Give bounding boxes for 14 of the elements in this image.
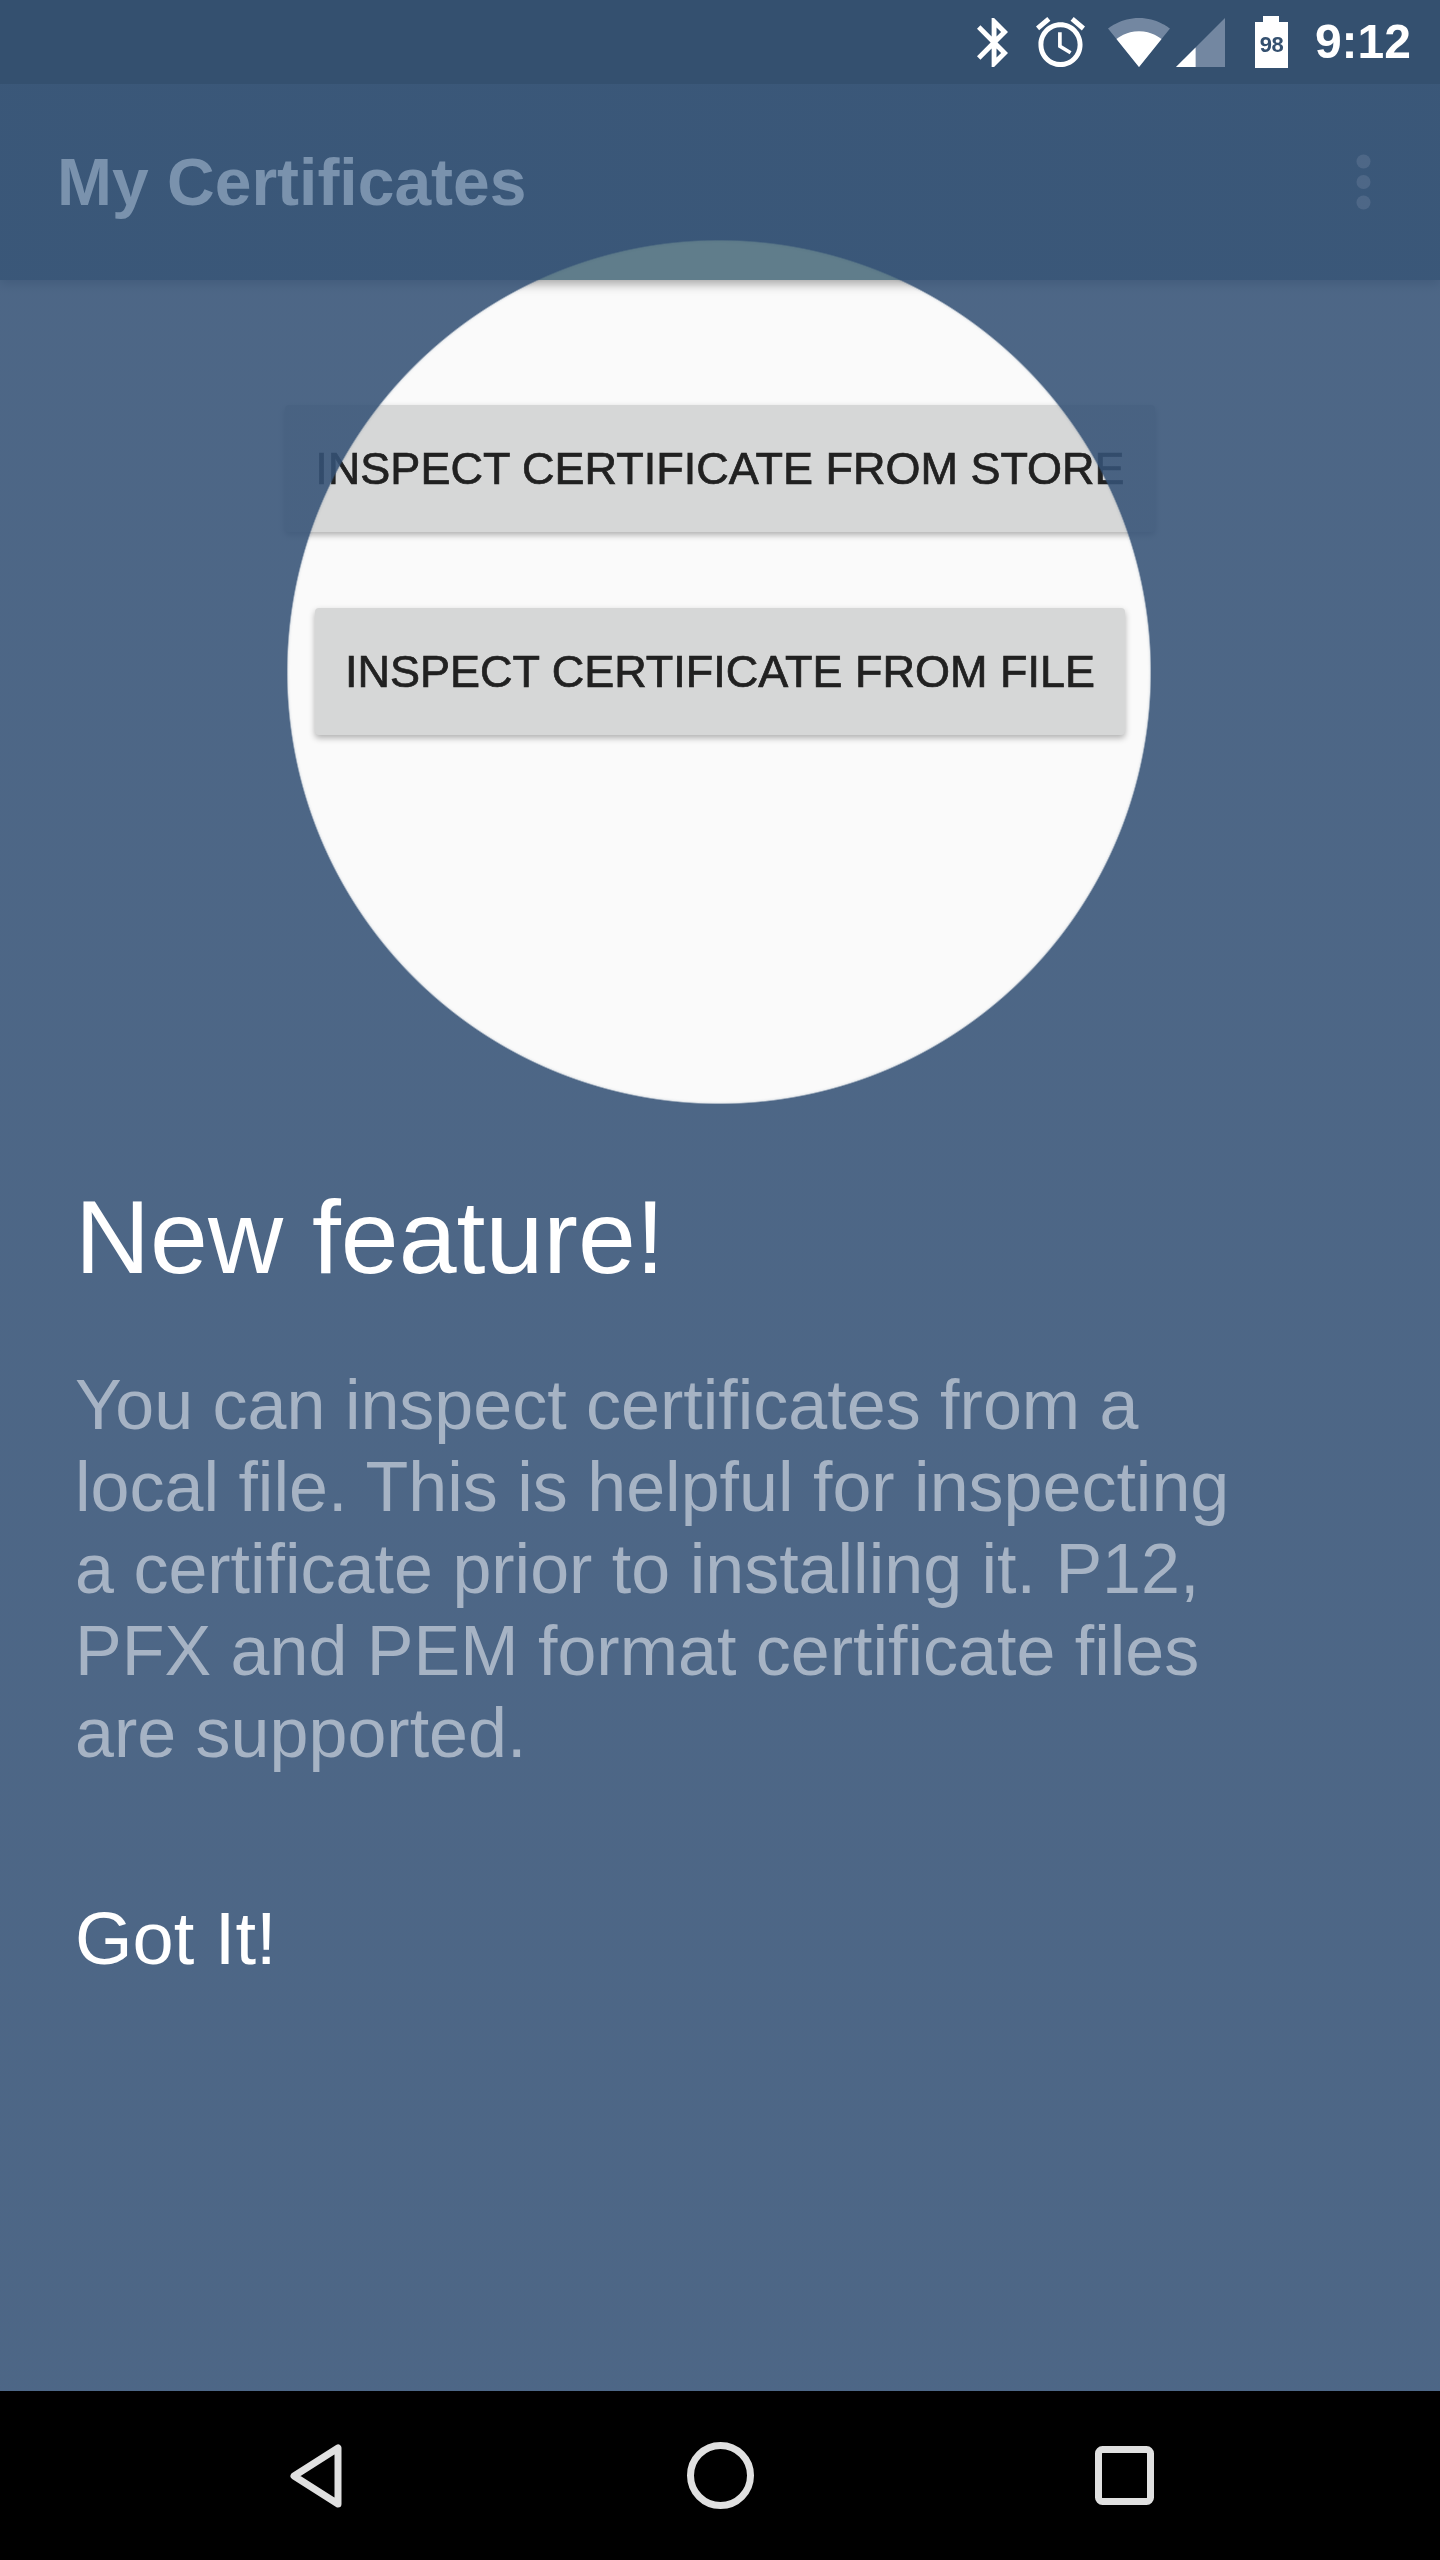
battery-percent: 98 bbox=[1259, 34, 1284, 56]
feature-description: You can inspect certificates from a local file. This is helpful for inspecting a certificate prior to installing it. P12, PFX and PEM format certificate files are supported. bbox=[75, 1365, 1231, 1774]
feature-title: New feature! bbox=[75, 1178, 665, 1297]
alarm-clock-icon bbox=[1035, 17, 1085, 67]
bluetooth-icon bbox=[976, 17, 1008, 67]
signal-icon bbox=[1175, 17, 1225, 67]
recents-square-icon bbox=[1094, 2446, 1154, 2505]
inspect-button[interactable]: INSPECT CERTIFICATE FROM FILE bbox=[314, 608, 1126, 735]
dismiss-button[interactable]: Got It! bbox=[75, 1894, 277, 1983]
app-title: My Certificates bbox=[57, 144, 527, 221]
back-triangle-icon bbox=[288, 2442, 344, 2509]
status-time: 9:12 bbox=[1314, 14, 1411, 70]
wifi-icon bbox=[1107, 17, 1170, 67]
home-circle-icon bbox=[686, 2442, 754, 2509]
